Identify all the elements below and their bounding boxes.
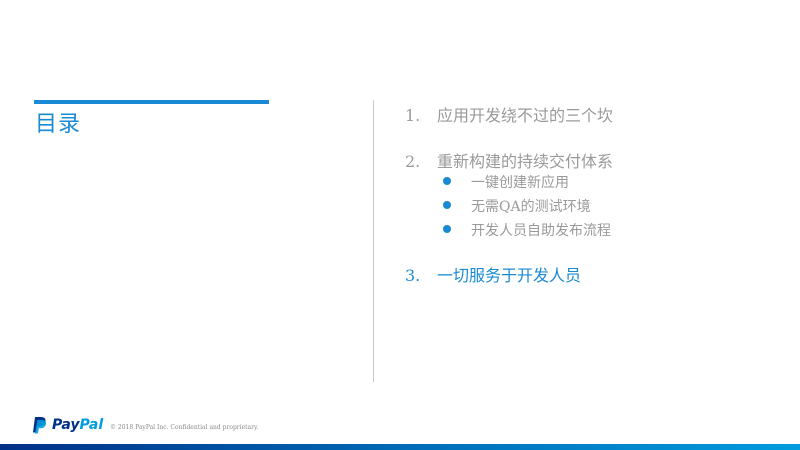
bullet-dot-icon — [443, 225, 451, 233]
toc-item-label: 应用开发绕不过的三个坎 — [437, 106, 614, 125]
toc-item-3: 3. 一切服务于开发人员 — [405, 262, 581, 286]
toc-item-2: 2. 重新构建的持续交付体系 — [405, 148, 613, 172]
paypal-wordmark-pay: Pay — [52, 417, 80, 433]
paypal-p-icon — [33, 417, 47, 434]
bottom-gradient-stripe — [0, 444, 800, 450]
toc-item-1: 1. 应用开发绕不过的三个坎 — [405, 102, 613, 126]
copyright-text: © 2018 PayPal Inc. Confidential and prop… — [110, 424, 259, 431]
title-accent-bar — [34, 100, 269, 104]
paypal-wordmark-pal: Pal — [79, 417, 104, 433]
toc-item-label: 重新构建的持续交付体系 — [437, 152, 614, 171]
vertical-divider — [373, 100, 374, 382]
toc-item-label: 一切服务于开发人员 — [437, 266, 582, 285]
paypal-wordmark: PayPal — [52, 417, 103, 433]
toc-subitem-label: 开发人员自助发布流程 — [471, 223, 611, 239]
bullet-dot-icon — [443, 201, 451, 209]
bullet-dot-icon — [443, 177, 451, 185]
toc-item-number: 2. — [405, 152, 421, 171]
toc-subitem-label: 一键创建新应用 — [471, 175, 569, 191]
slide: 目录 1. 应用开发绕不过的三个坎 2. 重新构建的持续交付体系 一键创建新应用 无… — [0, 0, 800, 450]
slide-title: 目录 — [35, 112, 82, 137]
paypal-logo: PayPal — [32, 415, 103, 435]
toc-item-number: 1. — [405, 106, 421, 125]
toc-subitem-label: 无需QA的测试环境 — [471, 199, 591, 215]
toc-item-number: 3. — [405, 266, 421, 285]
